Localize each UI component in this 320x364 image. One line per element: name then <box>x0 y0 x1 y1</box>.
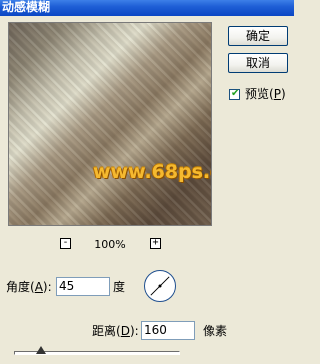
distance-label-suffix: ): <box>129 324 139 338</box>
angle-label: 角度(A): <box>6 279 52 295</box>
blur-preview-image[interactable]: www.68ps.com <box>8 22 212 226</box>
slider-thumb-icon[interactable] <box>35 346 46 354</box>
angle-input[interactable]: 45 <box>56 277 110 296</box>
angle-label-key: A <box>34 280 43 294</box>
watermark-text: www.68ps.com <box>93 161 211 183</box>
distance-label-prefix: 距离( <box>92 324 121 338</box>
zoom-level: 100% <box>94 238 126 251</box>
distance-input[interactable]: 160 <box>141 321 195 340</box>
angle-label-prefix: 角度( <box>6 280 35 294</box>
window-title: 动感模糊 <box>2 0 51 14</box>
ok-button[interactable]: 确定 <box>228 26 288 46</box>
cancel-button[interactable]: 取消 <box>228 53 288 73</box>
preview-label-key: P <box>273 87 281 101</box>
distance-label: 距离(D): <box>92 323 139 339</box>
preview-label-prefix: 预览( <box>245 87 274 101</box>
zoom-in-button[interactable]: + <box>150 238 161 249</box>
preview-checkbox[interactable]: ✔ <box>229 88 240 100</box>
preview-checkbox-label[interactable]: 预览(P) <box>245 86 286 102</box>
zoom-out-button[interactable]: - <box>60 238 71 249</box>
checkmark-icon: ✔ <box>231 88 240 99</box>
preview-label-suffix: ) <box>280 87 286 101</box>
distance-label-key: D <box>120 324 130 338</box>
angle-unit: 度 <box>113 280 126 294</box>
angle-dial-icon[interactable] <box>143 269 177 303</box>
distance-unit: 像素 <box>203 324 228 338</box>
window-title-bar: 动感模糊 <box>0 0 294 16</box>
angle-label-suffix: ): <box>42 280 52 294</box>
